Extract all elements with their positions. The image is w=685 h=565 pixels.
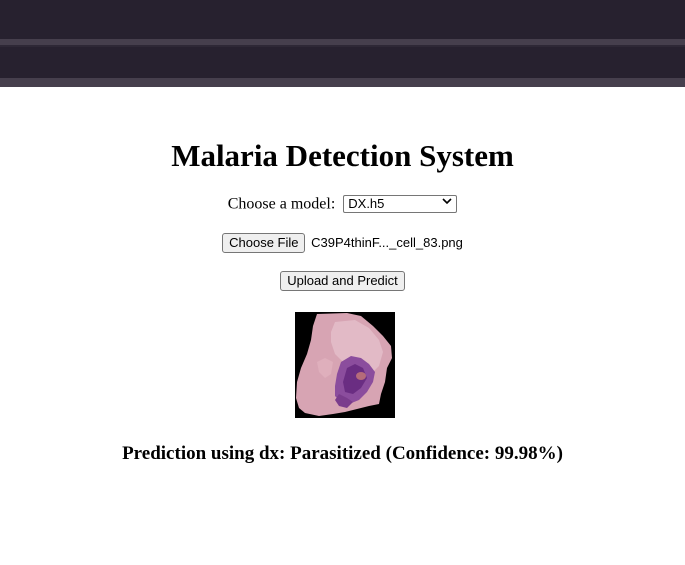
prediction-result: Prediction using dx: Parasitized (Confid… [122,443,563,464]
upload-predict-button[interactable]: Upload and Predict [280,271,405,291]
upload-row: Upload and Predict [0,271,685,291]
file-input-row: Choose File C39P4thinF..._cell_83.png [0,232,685,253]
model-label: Choose a model: [227,195,336,213]
model-select-value: DX.h5 [348,196,385,212]
choose-file-button[interactable]: Choose File [222,232,306,253]
model-select[interactable]: DX.h5 [343,195,458,214]
page-title: Malaria Detection System [171,138,514,173]
nav-stripe [0,78,685,87]
preview-image [295,312,395,418]
selected-file-name: C39P4thinF..._cell_83.png [311,234,463,250]
chevron-down-icon [442,196,452,212]
top-navigation-bar [0,0,685,87]
nav-stripe [0,45,685,47]
model-select-row: Choose a model: DX.h5 [0,193,685,215]
blood-cell-image [295,312,395,418]
